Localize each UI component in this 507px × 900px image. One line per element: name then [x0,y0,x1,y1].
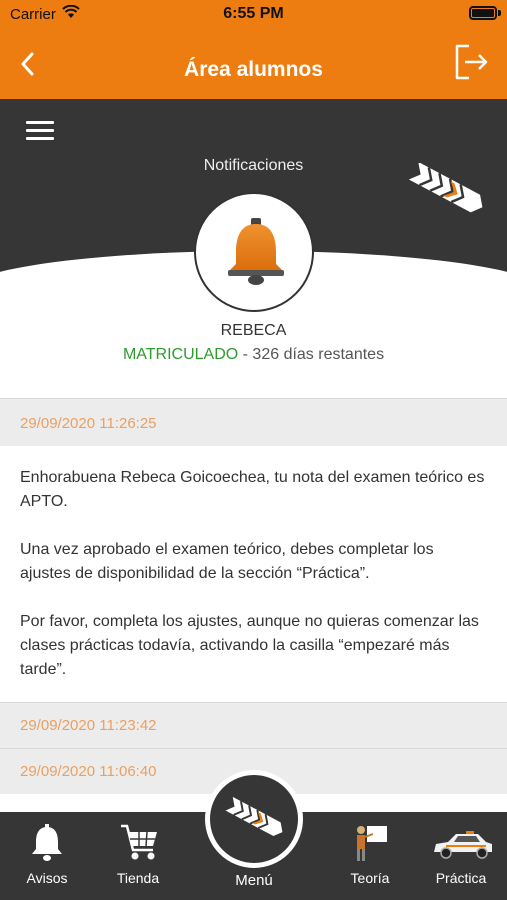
page-title: Área alumnos [184,58,323,81]
nav-bar: Área alumnos [0,28,507,99]
student-name: REBECA [220,322,287,339]
tab-teoria[interactable]: Teoría [325,812,415,900]
car-icon [434,831,492,859]
tab-label: Práctica [435,870,487,886]
notification-paragraph: Por favor, completa los ajustes, aunque … [20,613,479,678]
clock: 6:55 PM [223,5,284,22]
notification-paragraph: Enhorabuena Rebeca Goicoechea, tu nota d… [20,469,485,510]
teacher-icon [357,826,387,861]
brand-chevrons-logo [408,163,483,213]
cart-icon [121,824,157,860]
enrollment-status: MATRICULADO - 326 días restantes [0,346,507,364]
tab-label: Avisos [26,870,68,886]
tab-practica[interactable]: Práctica [416,812,506,900]
notification-paragraph: Una vez aprobado el examen teórico, debe… [20,541,434,582]
hamburger-menu-icon[interactable] [26,121,54,141]
menu-label: Menú [235,872,273,889]
bell-icon [228,218,284,285]
logout-icon[interactable] [453,42,489,82]
notifications-avatar [194,192,314,312]
days-remaining: - 326 días restantes [238,346,385,363]
brand-chevrons-icon [225,797,283,837]
notification-date[interactable]: 29/09/2020 11:23:42 [0,702,507,748]
battery-icon [469,6,497,20]
tab-label: Teoría [350,870,390,886]
menu-button[interactable] [205,770,303,868]
tab-label: Tienda [116,870,160,886]
enrollment-badge: MATRICULADO [122,346,239,363]
status-bar: Carrier 6:55 PM [0,0,507,28]
notification-body: Enhorabuena Rebeca Goicoechea, tu nota d… [0,446,507,702]
notification-date[interactable]: 29/09/2020 11:26:25 [0,398,507,446]
notification-list: 29/09/2020 11:26:25 Enhorabuena Rebeca G… [0,398,507,812]
tab-tienda[interactable]: Tienda [93,812,183,900]
tab-avisos[interactable]: Avisos [2,812,92,900]
bell-icon [32,824,62,861]
